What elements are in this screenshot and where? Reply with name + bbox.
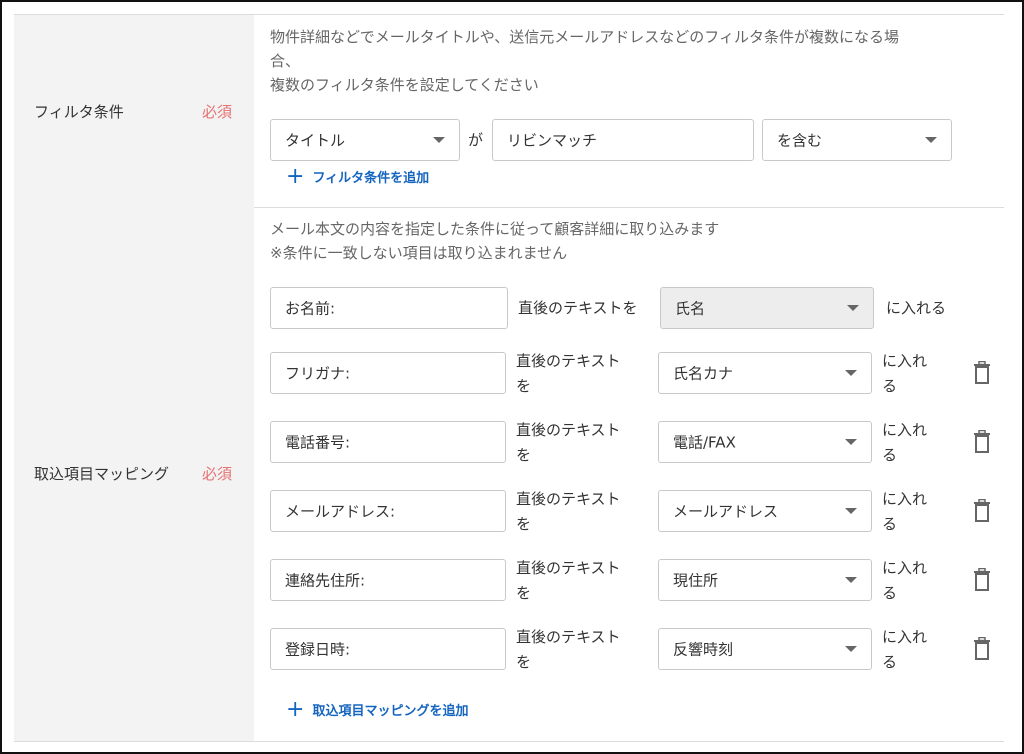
after-text-label-line2: を (516, 515, 532, 533)
after-text-label-line1: 直後のテキスト (516, 628, 621, 646)
mapping-target-select[interactable]: 反響時刻 (658, 628, 872, 670)
mapping-target-select[interactable]: メールアドレス (658, 490, 872, 532)
chevron-down-icon (925, 137, 937, 143)
chevron-down-icon (845, 439, 857, 445)
mapping-key-input[interactable]: 電話番号: (270, 421, 506, 463)
filter-label: フィルタ条件 (34, 103, 124, 121)
chevron-down-icon (847, 305, 859, 311)
filter-condition-select-value: を含む (777, 131, 823, 150)
trash-icon[interactable] (972, 430, 992, 454)
mapping-content: メール本文の内容を指定した条件に従って顧客詳細に取り込みます ※条件に一致しない… (254, 207, 1004, 741)
plus-icon: + (286, 696, 305, 722)
into-label-line2: る (882, 584, 898, 602)
filter-description-line2: 合、 (270, 52, 301, 70)
plus-icon: + (286, 163, 305, 189)
filter-description-line3: 複数のフィルタ条件を設定してください (270, 76, 539, 94)
after-text-label-line2: を (516, 446, 532, 464)
mapping-key-input[interactable]: お名前: (270, 287, 508, 329)
mapping-label-cell: 取込項目マッピング 必須 (14, 207, 254, 741)
after-text-label-line1: 直後のテキスト (516, 421, 621, 439)
chevron-down-icon (433, 137, 445, 143)
mapping-row: 取込項目マッピング 必須 メール本文の内容を指定した条件に従って顧客詳細に取り込… (14, 207, 1004, 742)
filter-keyword-input[interactable]: リビンマッチ (492, 119, 754, 161)
filter-connector: が (468, 131, 484, 149)
after-text-label-line2: を (516, 377, 532, 395)
after-text-label-line1: 直後のテキスト (516, 490, 621, 508)
into-label-line1: に入れ (882, 628, 928, 646)
filter-label-cell: フィルタ条件 必須 (14, 15, 254, 207)
mapping-key-input[interactable]: メールアドレス: (270, 490, 506, 532)
mapping-description-line1: メール本文の内容を指定した条件に従って顧客詳細に取り込みます (270, 220, 720, 238)
into-label-line2: る (882, 515, 898, 533)
mapping-label: 取込項目マッピング (34, 465, 170, 483)
mapping-target-select[interactable]: 氏名カナ (658, 352, 872, 394)
after-text-label-line2: を (516, 653, 532, 671)
filter-condition-row: フィルタ条件 必須 物件詳細などでメールタイトルや、送信元メールアドレスなどのフ… (14, 14, 1004, 208)
mapping-target-select[interactable]: 電話/FAX (658, 421, 872, 463)
add-mapping-button[interactable]: + 取込項目マッピングを追加 (286, 696, 468, 722)
add-filter-button[interactable]: + フィルタ条件を追加 (286, 163, 429, 189)
chevron-down-icon (845, 508, 857, 514)
after-text-label-line1: 直後のテキスト (516, 559, 621, 577)
filter-content: 物件詳細などでメールタイトルや、送信元メールアドレスなどのフィルタ条件が複数にな… (254, 15, 1004, 207)
trash-icon[interactable] (972, 499, 992, 523)
into-label-line2: る (882, 446, 898, 464)
into-label-line1: に入れ (882, 559, 928, 577)
after-text-label-line2: を (516, 584, 532, 602)
mapping-target-select[interactable]: 現住所 (658, 559, 872, 601)
filter-required-badge: 必須 (202, 103, 233, 121)
into-label-line2: る (882, 653, 898, 671)
mapping-required-badge: 必須 (202, 465, 233, 483)
into-label-line1: に入れ (882, 490, 928, 508)
mapping-target-select[interactable]: 氏名 (660, 287, 874, 329)
filter-field-select[interactable]: タイトル (270, 119, 460, 161)
filter-keyword-value: リビンマッチ (507, 131, 598, 150)
mapping-description-line2: ※条件に一致しない項目は取り込まれません (270, 244, 568, 262)
mapping-key-input[interactable]: 登録日時: (270, 628, 506, 670)
after-text-label: 直後のテキストを (518, 299, 638, 317)
mapping-key-input[interactable]: 連絡先住所: (270, 559, 506, 601)
chevron-down-icon (845, 577, 857, 583)
filter-field-select-value: タイトル (285, 131, 346, 150)
into-label: に入れる (886, 299, 947, 317)
trash-icon[interactable] (972, 637, 992, 661)
form-frame: フィルタ条件 必須 物件詳細などでメールタイトルや、送信元メールアドレスなどのフ… (0, 0, 1024, 754)
into-label-line1: に入れ (882, 421, 928, 439)
trash-icon[interactable] (972, 568, 992, 592)
chevron-down-icon (845, 370, 857, 376)
filter-description-line1: 物件詳細などでメールタイトルや、送信元メールアドレスなどのフィルタ条件が複数にな… (270, 28, 899, 46)
trash-icon[interactable] (972, 361, 992, 385)
filter-condition-select[interactable]: を含む (762, 119, 952, 161)
into-label-line2: る (882, 377, 898, 395)
mapping-key-input[interactable]: フリガナ: (270, 352, 506, 394)
chevron-down-icon (845, 646, 857, 652)
into-label-line1: に入れ (882, 352, 928, 370)
after-text-label-line1: 直後のテキスト (516, 352, 621, 370)
